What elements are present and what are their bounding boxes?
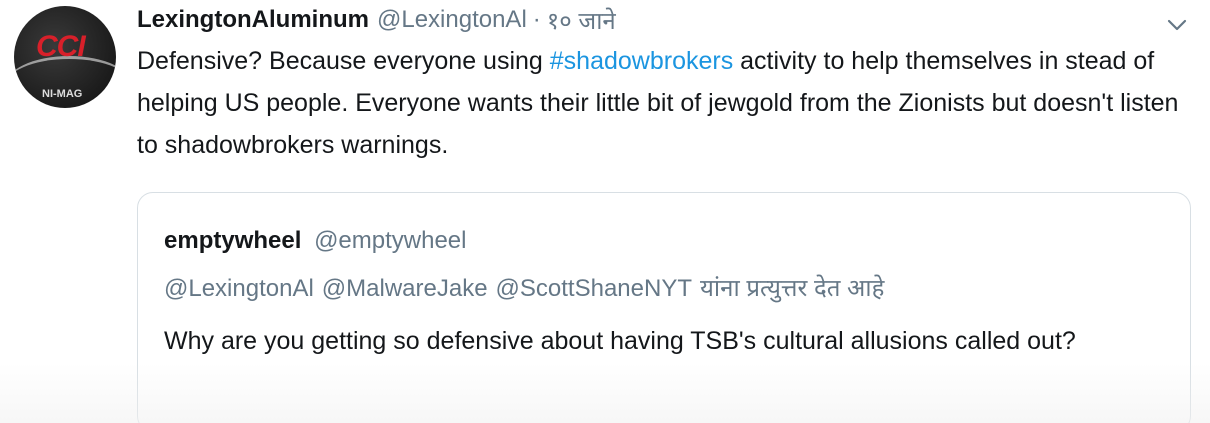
hashtag-link[interactable]: #shadowbrokers — [550, 47, 733, 75]
quoted-user-handle: @emptywheel — [314, 227, 467, 254]
avatar-logo-subtext: NI-MAG — [42, 88, 83, 100]
avatar-logo: CCI — [36, 30, 86, 63]
tweet-text-part: Defensive? Because everyone using — [137, 47, 550, 75]
tweet-header: LexingtonAluminum @LexingtonAl · १० जाने — [137, 4, 616, 36]
replying-to-text: यांना प्रत्युत्तर देत आहे — [700, 275, 885, 302]
mention-link[interactable]: @ScottShaneNYT — [496, 275, 692, 302]
chevron-down-icon[interactable] — [1166, 14, 1188, 36]
mention-link[interactable]: @LexingtonAl — [164, 275, 314, 302]
separator-dot: · — [532, 6, 541, 33]
tweet-text: Defensive? Because everyone using #shado… — [137, 40, 1197, 166]
quoted-tweet-header: emptywheel @emptywheel — [164, 227, 467, 255]
replying-to-line: @LexingtonAl @MalwareJake @ScottShaneNYT या… — [164, 271, 884, 304]
user-handle[interactable]: @LexingtonAl — [377, 6, 527, 34]
quoted-tweet[interactable]: emptywheel @emptywheel @LexingtonAl @Malw… — [137, 192, 1191, 423]
quoted-tweet-text: Why are you getting so defensive about h… — [164, 327, 1076, 355]
avatar[interactable]: CCI NI-MAG — [14, 6, 116, 108]
mention-link[interactable]: @MalwareJake — [322, 275, 488, 302]
tweet[interactable]: CCI NI-MAG LexingtonAluminum @LexingtonA… — [0, 0, 1210, 423]
quoted-display-name: emptywheel — [164, 227, 302, 254]
display-name[interactable]: LexingtonAluminum — [137, 6, 369, 34]
timestamp[interactable]: १० जाने — [547, 4, 616, 37]
